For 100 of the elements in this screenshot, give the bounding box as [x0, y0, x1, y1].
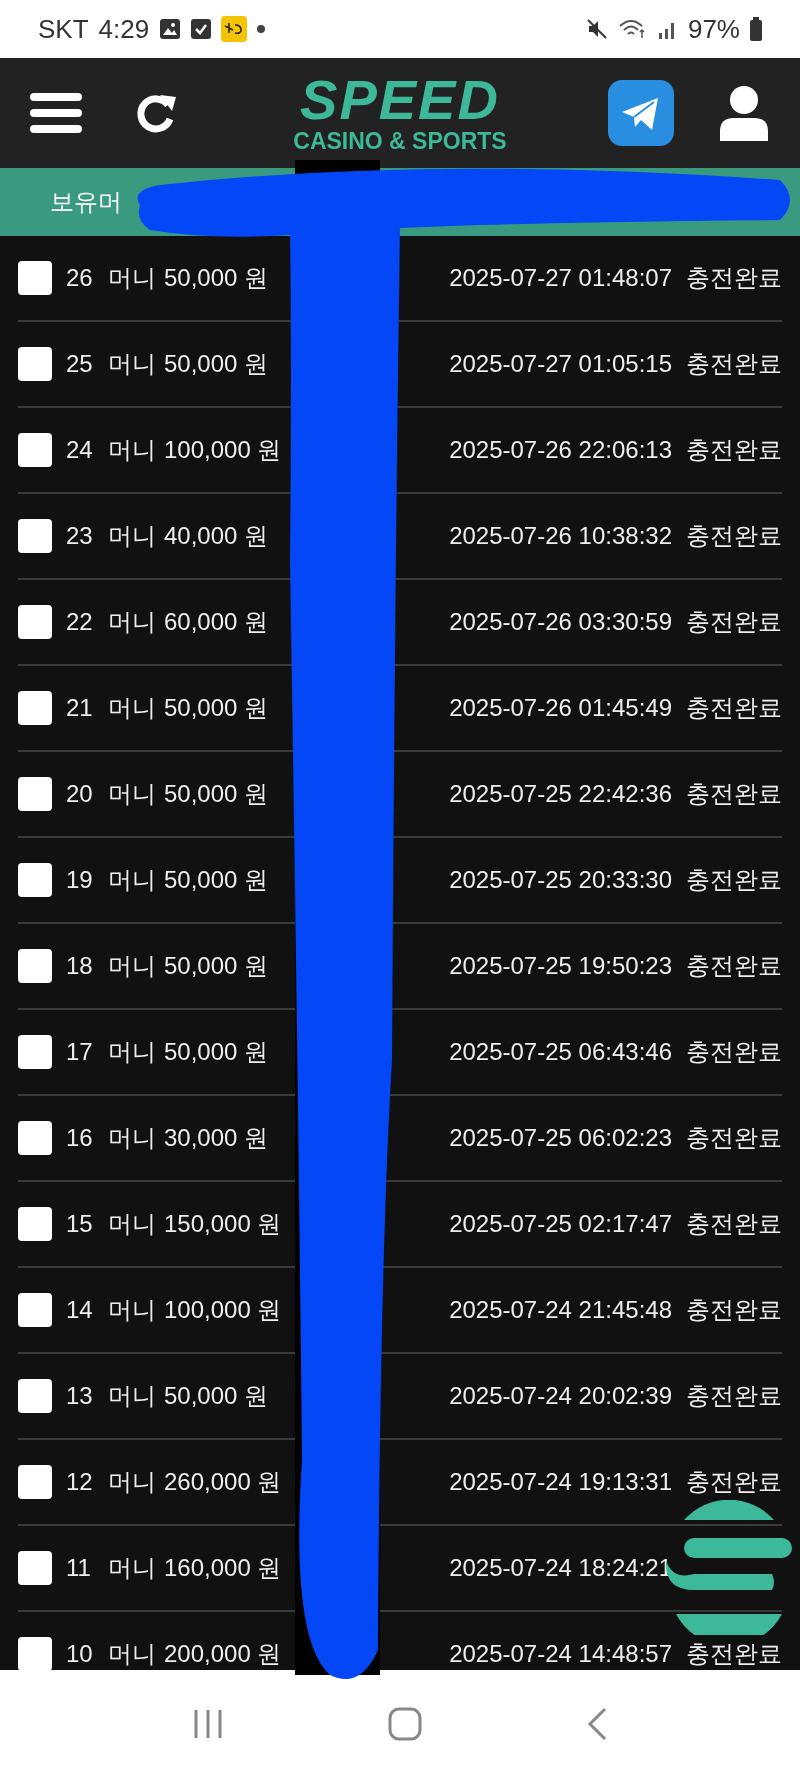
row-type: 머니: [108, 607, 157, 637]
row-amount: 50,000 원: [164, 693, 269, 723]
row-amount: 50,000 원: [164, 263, 269, 293]
row-checkbox[interactable]: [18, 1551, 52, 1585]
row-checkbox[interactable]: [18, 777, 52, 811]
row-datetime: 2025-07-24 20:02:39: [449, 1382, 672, 1410]
row-status: 충전완료: [686, 1467, 782, 1497]
row-status: 충전완료: [686, 865, 782, 895]
row-status: 충전완료: [686, 435, 782, 465]
row-number: 14: [66, 1296, 94, 1324]
row-status: 충전완료: [686, 951, 782, 981]
row-number: 12: [66, 1468, 94, 1496]
row-type: 머니: [108, 435, 157, 465]
image-icon: [159, 18, 182, 40]
row-amount: 50,000 원: [164, 349, 269, 379]
row-number: 11: [66, 1554, 92, 1582]
row-number: 13: [66, 1382, 94, 1410]
row-type: 머니: [108, 1123, 157, 1153]
row-amount: 40,000 원: [164, 521, 269, 551]
clock-time: 4:29: [98, 13, 150, 45]
row-type: 머니: [108, 1381, 157, 1411]
row-number: 24: [66, 436, 94, 464]
row-datetime: 2025-07-26 01:45:49: [449, 694, 672, 722]
row-checkbox[interactable]: [18, 519, 52, 553]
row-checkbox[interactable]: [18, 1293, 52, 1327]
row-status: 충전완료: [686, 1123, 782, 1153]
row-checkbox[interactable]: [18, 691, 52, 725]
row-status: 충전완료: [686, 349, 782, 379]
home-icon[interactable]: [387, 1706, 423, 1742]
row-amount: 50,000 원: [164, 865, 269, 895]
row-number: 19: [66, 866, 94, 894]
row-number: 18: [66, 952, 94, 980]
row-status: 충전완료: [686, 1209, 782, 1239]
row-checkbox[interactable]: [18, 261, 52, 295]
tab-label[interactable]: 보유머: [50, 186, 122, 218]
row-number: 15: [66, 1210, 94, 1238]
row-type: 머니: [108, 865, 157, 895]
row-number: 23: [66, 522, 94, 550]
row-checkbox[interactable]: [18, 1465, 52, 1499]
row-status: 충전완료: [686, 1381, 782, 1411]
battery-icon: [750, 17, 762, 41]
row-amount: 50,000 원: [164, 1381, 269, 1411]
user-icon[interactable]: [718, 85, 770, 141]
row-amount: 50,000 원: [164, 1037, 269, 1067]
row-number: 22: [66, 608, 94, 636]
row-type: 머니: [108, 1037, 157, 1067]
row-datetime: 2025-07-27 01:05:15: [449, 350, 672, 378]
row-type: 머니: [108, 263, 157, 293]
logo[interactable]: SPEED CASINO & SPORTS: [293, 72, 507, 154]
row-datetime: 2025-07-24 19:13:31: [449, 1468, 672, 1496]
dot-icon: [257, 25, 266, 33]
row-checkbox[interactable]: [18, 1207, 52, 1241]
row-amount: 160,000 원: [164, 1553, 282, 1583]
row-type: 머니: [108, 521, 157, 551]
back-icon[interactable]: [585, 1706, 609, 1742]
row-datetime: 2025-07-25 02:17:47: [449, 1210, 672, 1238]
row-datetime: 2025-07-25 06:02:23: [449, 1124, 672, 1152]
row-type: 머니: [108, 1209, 157, 1239]
row-status: 충전완료: [686, 779, 782, 809]
row-type: 머니: [108, 951, 157, 981]
carrier-label: SKT: [38, 13, 89, 45]
row-type: 머니: [108, 1553, 157, 1583]
row-checkbox[interactable]: [18, 1121, 52, 1155]
row-datetime: 2025-07-26 03:30:59: [449, 608, 672, 636]
row-datetime: 2025-07-25 22:42:36: [449, 780, 672, 808]
row-type: 머니: [108, 1639, 157, 1669]
row-checkbox[interactable]: [18, 347, 52, 381]
row-checkbox[interactable]: [18, 1379, 52, 1413]
row-checkbox[interactable]: [18, 605, 52, 639]
paper-plane-icon[interactable]: [608, 80, 674, 146]
row-amount: 60,000 원: [164, 607, 269, 637]
row-datetime: 2025-07-24 21:45:48: [449, 1296, 672, 1324]
row-status: 충전완료: [686, 263, 782, 293]
row-number: 26: [66, 264, 94, 292]
row-checkbox[interactable]: [18, 949, 52, 983]
row-checkbox[interactable]: [18, 1637, 52, 1671]
row-number: 10: [66, 1640, 94, 1668]
row-checkbox[interactable]: [18, 433, 52, 467]
row-amount: 260,000 원: [164, 1467, 282, 1497]
row-type: 머니: [108, 693, 157, 723]
row-checkbox[interactable]: [18, 863, 52, 897]
row-status: 충전완료: [686, 607, 782, 637]
row-datetime: 2025-07-25 20:33:30: [449, 866, 672, 894]
row-amount: 50,000 원: [164, 779, 269, 809]
row-number: 21: [66, 694, 94, 722]
menu-icon[interactable]: [30, 91, 82, 135]
row-number: 20: [66, 780, 94, 808]
row-status: 충전완료: [686, 1037, 782, 1067]
row-checkbox[interactable]: [18, 1035, 52, 1069]
row-amount: 200,000 원: [164, 1639, 282, 1669]
row-amount: 150,000 원: [164, 1209, 282, 1239]
row-type: 머니: [108, 1295, 157, 1325]
row-status: 충전완료: [686, 693, 782, 723]
row-type: 머니: [108, 349, 157, 379]
row-datetime: 2025-07-27 01:48:07: [449, 264, 672, 292]
checkbox-icon: [191, 19, 212, 39]
row-number: 17: [66, 1038, 94, 1066]
row-datetime: 2025-07-25 06:43:46: [449, 1038, 672, 1066]
row-type: 머니: [108, 779, 157, 809]
row-status: 충전완료: [686, 1295, 782, 1325]
